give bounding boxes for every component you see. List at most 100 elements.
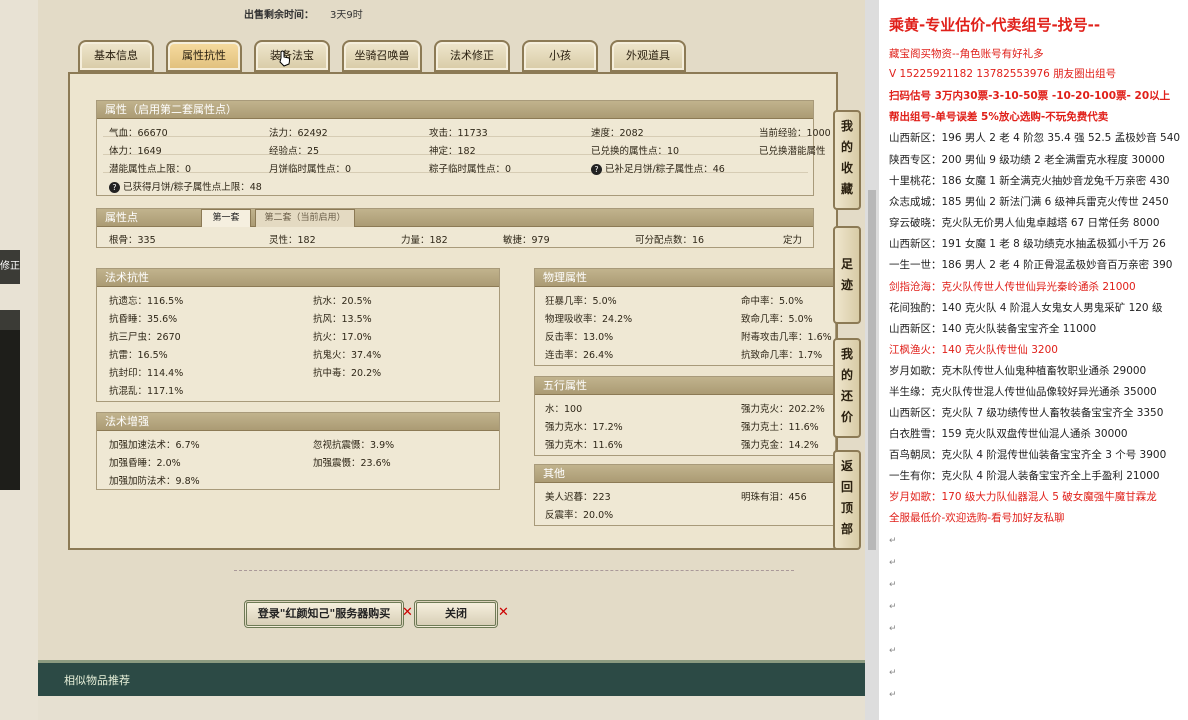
- stat-exp-points: 经验点：25: [269, 146, 320, 157]
- empty-line-mark: ↵: [889, 602, 897, 612]
- empty-line-mark: ↵: [889, 558, 897, 568]
- note-line: 半生缘：克火队传世混人传世仙品像较好异光通杀 35000: [889, 386, 1157, 398]
- resist-item: 抗混乱：117.1%: [109, 386, 184, 397]
- close-button[interactable]: 关闭: [414, 600, 498, 628]
- note-line: 剑指沧海：克火队传世人传世仙异光秦岭通杀 21000: [889, 281, 1136, 293]
- point-available: 可分配点数：16: [635, 235, 705, 246]
- physical-item: 抗致命几率：1.7%: [741, 350, 823, 361]
- stat-mooncake-temp: 月饼临时属性点：0: [269, 164, 352, 175]
- element-item: 强力克土：11.6%: [741, 422, 819, 433]
- login-buy-button[interactable]: 登录"红颜知己"服务器购买: [244, 600, 404, 628]
- note-line: 穿云破晓：克火队无价男人仙鬼卓越塔 67 日常任务 8000: [889, 217, 1160, 229]
- resist-item: 抗昏睡：35.6%: [109, 314, 178, 325]
- stat-attack: 攻击：11733: [429, 128, 488, 139]
- five-elements-header: 五行属性: [535, 377, 835, 395]
- left-strip-bar-2: [0, 310, 20, 330]
- stat-exchanged-points: 已兑换的属性点：10: [591, 146, 680, 157]
- element-item: 水：100: [545, 404, 583, 415]
- back-to-top-button[interactable]: 返回顶部: [833, 450, 861, 550]
- stat-mp: 法力：62492: [269, 128, 328, 139]
- note-line: 十里桃花：186 女魔 1 新全满克火抽妙音龙兔千万亲密 430: [889, 175, 1170, 187]
- resist-item: 抗中毒：20.2%: [313, 368, 382, 379]
- page-scrollbar[interactable]: [865, 0, 879, 720]
- other-item: 反震率：20.0%: [545, 510, 614, 521]
- resist-item: 抗雷：16.5%: [109, 350, 168, 361]
- enhance-item: 加强加防法术：9.8%: [109, 476, 200, 487]
- note-line: 山西新区：196 男人 2 老 4 阶忽 35.4 强 52.5 孟极妙音 54…: [889, 132, 1181, 144]
- physical-item: 致命几率：5.0%: [741, 314, 813, 325]
- tab-equipment[interactable]: 装备法宝: [254, 40, 330, 72]
- enhance-item: 加强昏睡：2.0%: [109, 458, 181, 469]
- stat-points-limit: ? 已获得月饼/粽子属性点上限：48: [109, 179, 262, 193]
- resist-item: 抗火：17.0%: [313, 332, 372, 343]
- note-line: 岁月如歌：克木队传世人仙鬼种植畜牧职业通杀 29000: [889, 365, 1147, 377]
- enhance-item: 忽视抗震慑：3.9%: [313, 440, 395, 451]
- physical-item: 狂暴几率：5.0%: [545, 296, 617, 307]
- physical-box: 物理属性 狂暴几率：5.0% 命中率：5.0% 物理吸收率：24.2% 致命几率…: [534, 268, 836, 366]
- tab-attributes[interactable]: 属性抗性: [166, 40, 242, 72]
- stat-divine: 神定：182: [429, 146, 476, 157]
- enhance-item: 加强加速法术：6.7%: [109, 440, 200, 451]
- sale-remaining-value: 3天9时: [330, 10, 363, 21]
- physical-item: 反击率：13.0%: [545, 332, 614, 343]
- stat-exchanged-potential: 已兑换潜能属性: [759, 146, 826, 157]
- element-item: 强力克火：202.2%: [741, 404, 825, 415]
- empty-line-mark: ↵: [889, 536, 897, 546]
- tab-point-set-2[interactable]: 第二套（当前启用）: [255, 209, 355, 227]
- note-line: 花间独酌：140 克火队 4 阶混人女鬼女人男鬼采矿 120 级: [889, 302, 1163, 314]
- dashed-divider: [234, 570, 794, 571]
- empty-line-mark: ↵: [889, 668, 897, 678]
- physical-item: 物理吸收率：24.2%: [545, 314, 633, 325]
- note-line: 百鸟朝凤：克火队 4 阶混传世仙装备宝宝齐全 3 个号 3900: [889, 449, 1167, 461]
- page-scrollbar-thumb[interactable]: [868, 190, 876, 550]
- other-header: 其他: [535, 465, 835, 483]
- note-line: 乘黄-专业估价-代卖组号-找号--: [889, 16, 1101, 34]
- element-item: 强力克金：14.2%: [741, 440, 819, 451]
- left-strip-label: 修正: [0, 261, 20, 272]
- my-favorites-button[interactable]: 我的收藏: [833, 110, 861, 210]
- resist-item: 抗风：13.5%: [313, 314, 372, 325]
- tab-children[interactable]: 小孩: [522, 40, 598, 72]
- note-line: 陕西专区：200 男仙 9 级功绩 2 老全满雷克水程度 30000: [889, 154, 1165, 166]
- tab-basic-info[interactable]: 基本信息: [78, 40, 154, 72]
- empty-line-mark: ↵: [889, 646, 897, 656]
- point-strength: 力量：182: [401, 235, 448, 246]
- left-window-strip: 修正: [0, 0, 38, 720]
- help-icon[interactable]: ?: [591, 164, 602, 175]
- stat-current-exp: 当前经验：1000: [759, 128, 831, 139]
- empty-line-mark: ↵: [889, 580, 897, 590]
- note-line: 众志成城：185 男仙 2 新法门满 6 级神兵雷克火传世 2450: [889, 196, 1169, 208]
- stat-filled-points: ? 已补足月饼/粽子属性点：46: [591, 161, 725, 175]
- tab-mounts-summons[interactable]: 坐骑召唤兽: [342, 40, 422, 72]
- close-x-icon: ✕: [402, 605, 413, 620]
- point-agility: 敏捷：979: [503, 235, 550, 246]
- tab-spell-correction[interactable]: 法术修正: [434, 40, 510, 72]
- my-counteroffer-button[interactable]: 我的还价: [833, 338, 861, 438]
- note-line: 江枫渔火：140 克火队传世仙 3200: [889, 344, 1058, 356]
- close-x-icon: ✕: [498, 605, 509, 620]
- resist-item: 抗三尸虫：2670: [109, 332, 181, 343]
- stat-zongzi-temp: 粽子临时属性点：0: [429, 164, 512, 175]
- tab-point-set-1[interactable]: 第一套: [201, 209, 251, 227]
- point-spirit: 灵性：182: [269, 235, 316, 246]
- note-line: 一生有你：克火队 4 阶混人装备宝宝齐全上手盈利 21000: [889, 470, 1160, 482]
- element-item: 强力克木：11.6%: [545, 440, 623, 451]
- stat-potential-limit: 潜能属性点上限：0: [109, 164, 192, 175]
- resist-item: 抗水：20.5%: [313, 296, 372, 307]
- note-line: 山西新区：克火队 7 级功绩传世人畜牧装备宝宝齐全 3350: [889, 407, 1164, 419]
- left-strip-video: [0, 330, 20, 490]
- attributes-header: 属性（启用第二套属性点）: [97, 101, 813, 119]
- point-constitution: 根骨：335: [109, 235, 156, 246]
- physical-item: 命中率：5.0%: [741, 296, 804, 307]
- note-line: 白衣胜雪：159 克火队双盘传世仙混人通杀 30000: [889, 428, 1128, 440]
- footprint-button[interactable]: 足迹: [833, 226, 861, 324]
- similar-items-header: 相似物品推荐: [38, 660, 865, 696]
- spell-resist-header: 法术抗性: [97, 269, 499, 287]
- other-item: 明珠有泪：456: [741, 492, 807, 503]
- tab-appearance[interactable]: 外观道具: [610, 40, 686, 72]
- help-icon[interactable]: ?: [109, 182, 120, 193]
- note-line: 一生一世：186 男人 2 老 4 阶正骨混孟极妙音百万亲密 390: [889, 259, 1173, 271]
- attributes-panel: 属性（启用第二套属性点） 气血：66670 法力：62492 攻击：11733 …: [68, 72, 838, 550]
- attributes-box: 属性（启用第二套属性点） 气血：66670 法力：62492 攻击：11733 …: [96, 100, 831, 196]
- resist-item: 抗遗忘：116.5%: [109, 296, 184, 307]
